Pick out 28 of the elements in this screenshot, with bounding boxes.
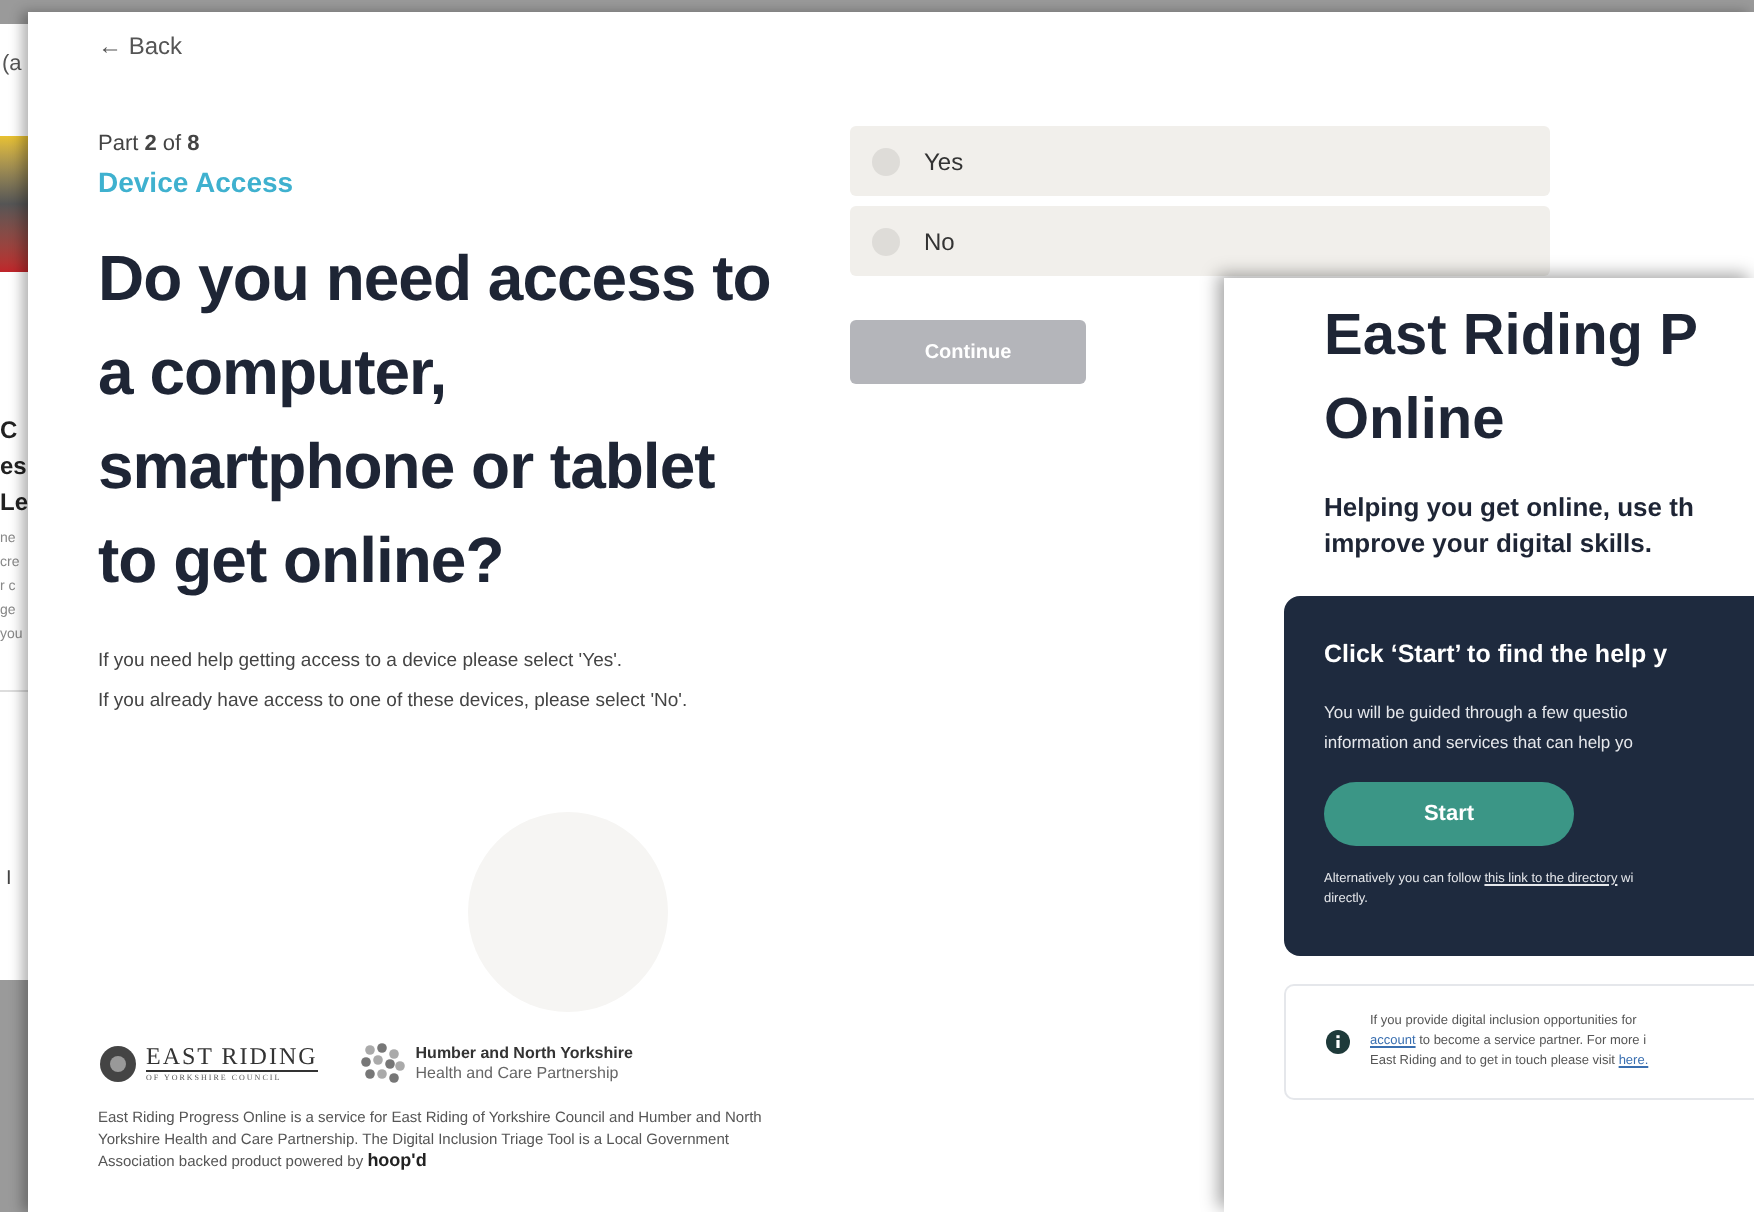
help-text: If you need help getting access to a device please select 'Yes'. xyxy=(98,647,625,675)
heading-text: Le xyxy=(0,488,28,516)
section-title: Device Access xyxy=(98,163,296,201)
partner-title: Humber and North Yorkshire xyxy=(415,1044,633,1064)
question-heading: Do you need access to a computer, smartphone or tablet to get online? xyxy=(98,239,773,600)
council-logo-text: EAST RIDING xyxy=(146,1044,318,1072)
subtitle-text: Helping you get online, use th improve your digital skills. xyxy=(1324,490,1696,562)
photo-placeholder xyxy=(0,136,28,272)
partner-subtitle: Health and Care Partnership xyxy=(415,1064,621,1084)
partner-logo-icon xyxy=(357,1042,406,1086)
option-label: Yes xyxy=(924,145,964,179)
window-text: I xyxy=(6,866,12,894)
card-heading: Click ‘Start’ to find the help y xyxy=(1324,638,1670,672)
progress-text: Part 2 of 8 xyxy=(98,130,202,160)
help-text: If you already have access to one of these devices, please select 'No'. xyxy=(98,687,690,716)
info-icon xyxy=(1326,1030,1350,1054)
heading-text: C xyxy=(0,416,18,444)
window-text: (a xyxy=(2,50,22,80)
option-label: No xyxy=(924,225,955,259)
brand-logo: hoop'd xyxy=(367,1150,427,1170)
council-crest-icon xyxy=(98,1044,138,1084)
card-text: You will be guided through a few questio information and services that can help yo xyxy=(1324,699,1636,756)
start-button[interactable]: Start xyxy=(1324,781,1574,846)
site-title: East Riding P Online xyxy=(1324,302,1700,456)
back-link[interactable]: ← Back xyxy=(98,28,183,64)
radio-option[interactable]: No xyxy=(850,206,1550,276)
radio-option[interactable]: Yes xyxy=(850,126,1550,196)
heading-text: es xyxy=(0,452,27,480)
